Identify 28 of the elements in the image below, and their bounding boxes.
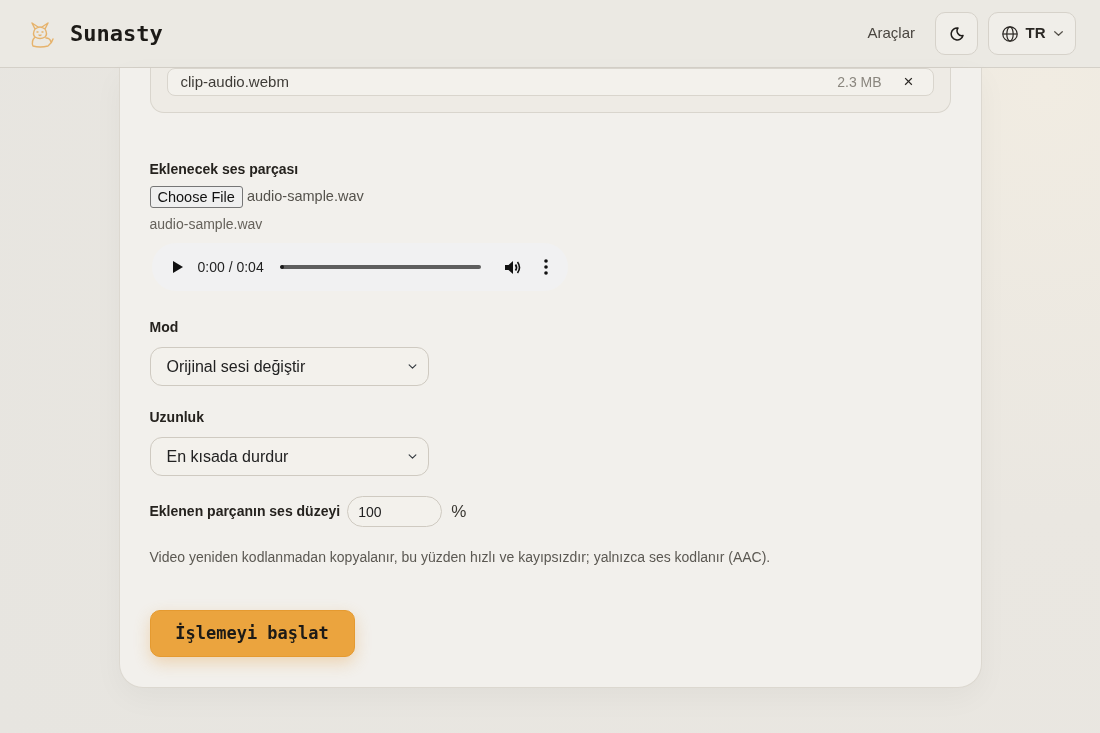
volume-input[interactable]: 100 bbox=[347, 496, 443, 527]
file-name: clip-audio.webm bbox=[180, 73, 289, 90]
playback-time: 0:00 / 0:04 bbox=[197, 257, 264, 277]
start-button[interactable]: İşlemeyi başlat bbox=[149, 610, 355, 657]
file-size: 2.3 MB bbox=[837, 74, 882, 90]
play-icon[interactable] bbox=[172, 261, 183, 273]
choose-file-button[interactable]: Choose File bbox=[149, 186, 243, 208]
field-label: Eklenecek ses parçası bbox=[149, 160, 299, 179]
moon-icon bbox=[949, 26, 964, 41]
brand-name: Sunasty bbox=[70, 20, 163, 48]
language-button[interactable]: TR bbox=[988, 12, 1076, 55]
field-label: Uzunluk bbox=[149, 408, 204, 427]
speaker-icon[interactable] bbox=[504, 259, 522, 275]
remove-button[interactable]: × bbox=[897, 74, 920, 90]
unit-label: % bbox=[451, 500, 467, 523]
file-caption: audio-sample.wav bbox=[149, 215, 263, 234]
chosen-file-name: audio-sample.wav bbox=[246, 187, 364, 207]
tools-link[interactable]: Araçlar bbox=[867, 22, 915, 45]
length-select[interactable]: En kısada durdur bbox=[149, 437, 429, 476]
progress-track[interactable] bbox=[279, 265, 481, 269]
help-text: Video yeniden kodlanmadan kopyalanır, bu yüzden hızlı ve kayıpsızdır; yalnızca ses kodlanır (AAC). bbox=[149, 548, 771, 567]
more-icon[interactable] bbox=[543, 259, 548, 275]
field-label: Eklenen parçanın ses düzeyi bbox=[149, 502, 341, 521]
theme-toggle-button[interactable] bbox=[935, 12, 978, 55]
chevron-down-icon bbox=[1053, 31, 1063, 36]
field-label: Mod bbox=[149, 318, 179, 337]
globe-icon bbox=[1001, 25, 1018, 42]
mode-select[interactable]: Orijinal sesi değiştir bbox=[149, 347, 429, 386]
